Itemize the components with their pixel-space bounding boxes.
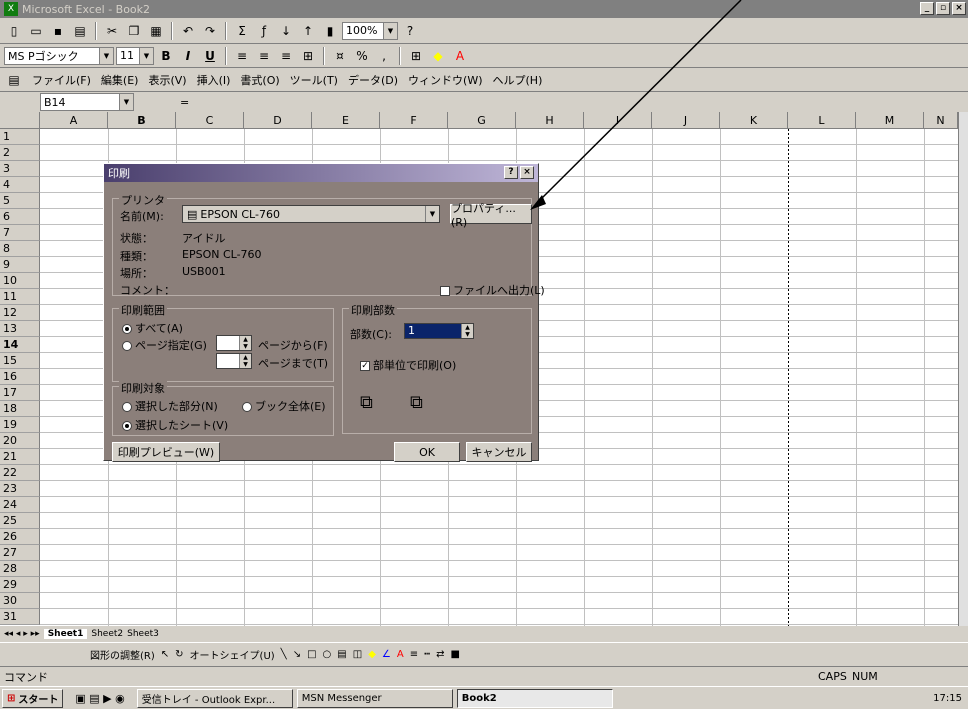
annotation-arrow xyxy=(530,0,742,210)
